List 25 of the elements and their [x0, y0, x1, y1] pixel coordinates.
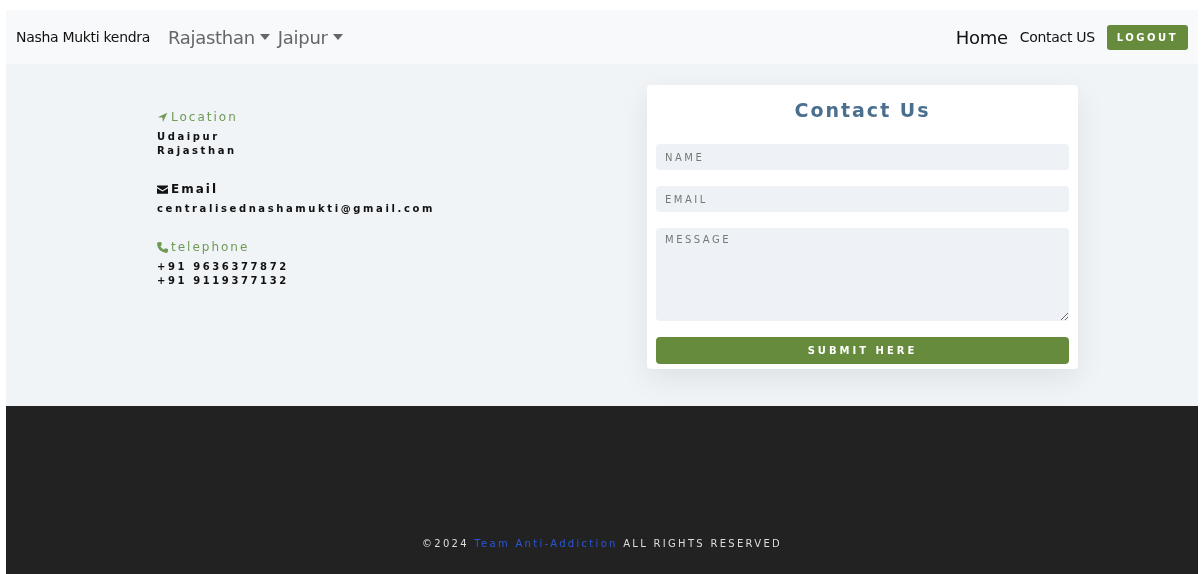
caret-icon — [332, 34, 343, 40]
info-text: centralisednashamukti@gmail.com — [157, 202, 436, 216]
info-text: Rajasthan — [157, 144, 238, 158]
nav-link[interactable]: Contact US — [1019, 29, 1095, 45]
dropdown-toggle[interactable]: Jaipur — [277, 26, 343, 48]
submit-button[interactable]: SUBMIT HERE — [656, 337, 1069, 364]
location-arrow-icon — [157, 111, 168, 123]
info-text: Udaipur — [157, 130, 221, 144]
info-text: +91 9636377872 — [157, 260, 290, 274]
caret-icon — [259, 34, 270, 40]
copyright-text: ©2024 Team Anti-Addiction ALL RIGHTS RESERVED — [421, 538, 783, 549]
form-title: Contact Us — [793, 99, 932, 121]
phone-icon — [157, 241, 168, 253]
info-heading: Location — [171, 110, 238, 124]
input-field[interactable]: NAME — [656, 144, 1069, 170]
envelope-icon — [157, 183, 168, 195]
info-heading: Email — [171, 182, 219, 196]
info-heading: telephone — [171, 240, 250, 254]
nav-link[interactable]: Home — [955, 26, 1008, 48]
dropdown-toggle[interactable]: Rajasthan — [168, 26, 270, 48]
info-text: +91 9119377132 — [157, 274, 290, 288]
logout-button[interactable]: LOGOUT — [1106, 24, 1188, 50]
message-field[interactable]: MESSAGE — [656, 228, 1069, 321]
brand-link[interactable]: Nasha Mukti kendra — [16, 29, 151, 45]
input-field[interactable]: EMAIL — [656, 186, 1069, 212]
